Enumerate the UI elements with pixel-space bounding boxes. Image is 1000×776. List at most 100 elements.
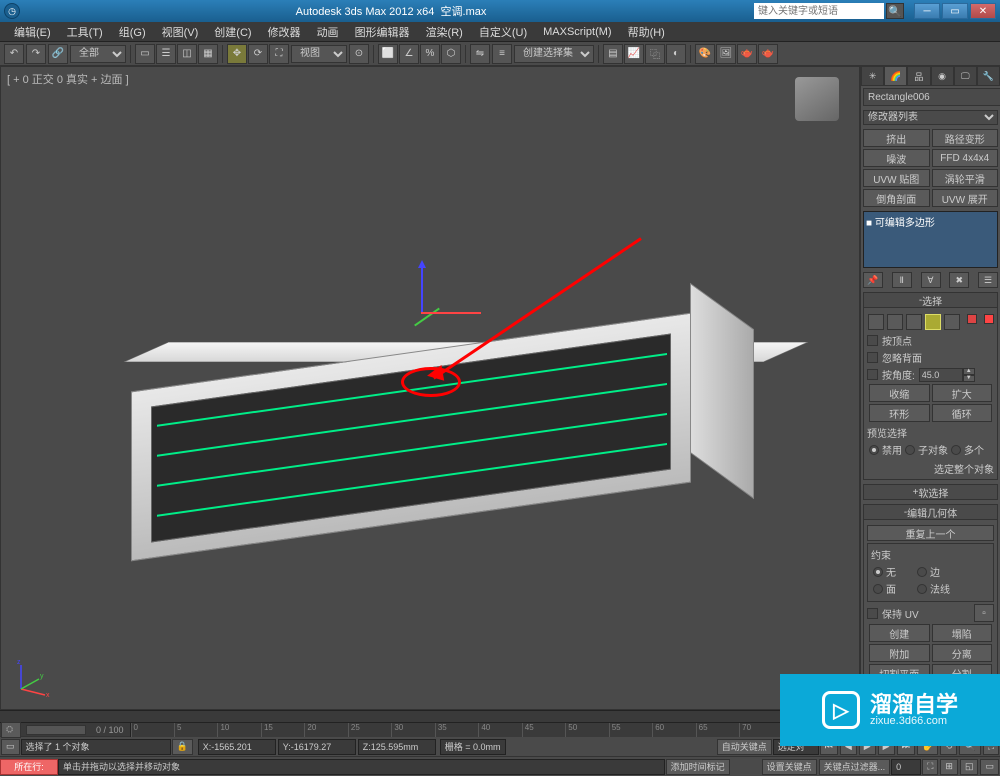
rotate-button[interactable]: ⟳ xyxy=(248,44,268,64)
mod-uvwmap[interactable]: UVW 贴图 xyxy=(863,169,930,187)
mod-turbosmooth[interactable]: 涡轮平滑 xyxy=(932,169,999,187)
menu-modifiers[interactable]: 修改器 xyxy=(260,24,309,40)
rad-normal[interactable] xyxy=(917,584,927,594)
layers-button[interactable]: ▤ xyxy=(603,44,623,64)
material-editor-button[interactable]: ◐ xyxy=(666,44,686,64)
coord-z[interactable]: Z: 125.595mm xyxy=(358,739,436,755)
chk-byangle[interactable] xyxy=(867,369,878,380)
mirror-button[interactable]: ⇋ xyxy=(470,44,490,64)
autokey-toggle[interactable]: 自动关键点 xyxy=(717,739,772,755)
btn-loop[interactable]: 循环 xyxy=(932,404,993,422)
btn-grow[interactable]: 扩大 xyxy=(932,384,993,402)
percent-snap[interactable]: % xyxy=(420,44,440,64)
time-config[interactable]: ⛭ xyxy=(1,722,21,738)
link-button[interactable]: 🔗 xyxy=(48,44,68,64)
scale-button[interactable]: ⛶ xyxy=(269,44,289,64)
time-slider[interactable] xyxy=(26,725,86,735)
subobj-element[interactable] xyxy=(944,314,960,330)
pivot-button[interactable]: ⊙ xyxy=(349,44,369,64)
redo-button[interactable]: ↷ xyxy=(26,44,46,64)
menu-help[interactable]: 帮助(H) xyxy=(620,24,673,40)
schematic-button[interactable]: ⿻ xyxy=(645,44,665,64)
subobj-border[interactable] xyxy=(906,314,922,330)
viewport-label[interactable]: [ + 0 正交 0 真实 + 边面 ] xyxy=(7,71,129,87)
lock-selection[interactable]: 🔒 xyxy=(172,739,193,755)
mod-extrude[interactable]: 挤出 xyxy=(863,129,930,147)
show-end-result[interactable]: Ⅱ xyxy=(892,272,912,288)
tab-display[interactable]: 🖵 xyxy=(954,66,977,86)
chk-ignoreback[interactable] xyxy=(867,352,878,363)
btn-attach[interactable]: 附加 xyxy=(869,644,930,662)
modifier-stack[interactable]: ■ 可编辑多边形 xyxy=(863,211,998,268)
menu-customize[interactable]: 自定义(U) xyxy=(471,24,535,40)
tab-utilities[interactable]: 🔧 xyxy=(977,66,1000,86)
snap-toggle[interactable]: ⬜ xyxy=(378,44,398,64)
menu-maxscript[interactable]: MAXScript(M) xyxy=(535,26,619,38)
make-unique[interactable]: ∀ xyxy=(921,272,941,288)
rollout-editgeom[interactable]: - 编辑几何体 xyxy=(863,504,998,520)
select-region-button[interactable]: ◫ xyxy=(177,44,197,64)
selection-filter[interactable]: 全部 xyxy=(70,45,126,63)
spinner-snap[interactable]: ⬡ xyxy=(441,44,461,64)
close-button[interactable]: ✕ xyxy=(970,3,996,19)
remove-modifier[interactable]: ✖ xyxy=(949,272,969,288)
frame-field[interactable]: 0 xyxy=(891,759,921,775)
mod-pathdeform[interactable]: 路径变形 xyxy=(932,129,999,147)
modifier-list[interactable]: 修改器列表 xyxy=(863,110,998,125)
align-button[interactable]: ≡ xyxy=(492,44,512,64)
curve-editor-button[interactable]: 📈 xyxy=(624,44,644,64)
mod-noise[interactable]: 噪波 xyxy=(863,149,930,167)
select-button[interactable]: ▭ xyxy=(135,44,155,64)
rad-face[interactable] xyxy=(873,584,883,594)
rad-edge[interactable] xyxy=(917,567,927,577)
btn-detach[interactable]: 分离 xyxy=(932,644,993,662)
key-filters[interactable]: 关键点过滤器... xyxy=(819,759,891,775)
subobj-edge[interactable] xyxy=(887,314,903,330)
help-search-input[interactable] xyxy=(754,3,884,19)
search-icon[interactable]: 🔍 xyxy=(886,3,904,19)
set-key[interactable]: 设置关键点 xyxy=(762,759,817,775)
nav-zoom-all[interactable]: ⊞ xyxy=(940,759,958,775)
rad-multi[interactable] xyxy=(951,445,961,455)
menu-views[interactable]: 视图(V) xyxy=(154,24,207,40)
render-button[interactable]: 🫖 xyxy=(737,44,757,64)
pin-stack[interactable]: 📌 xyxy=(863,272,883,288)
tab-hierarchy[interactable]: 品 xyxy=(907,66,930,86)
menu-rendering[interactable]: 渲染(R) xyxy=(418,24,471,40)
menu-create[interactable]: 创建(C) xyxy=(206,24,259,40)
select-name-button[interactable]: ☰ xyxy=(156,44,176,64)
tab-motion[interactable]: ◉ xyxy=(931,66,954,86)
render-prod-button[interactable]: 🫖 xyxy=(758,44,778,64)
btn-collapse[interactable]: 塌陷 xyxy=(932,624,993,642)
render-frame-button[interactable]: 🖼 xyxy=(716,44,736,64)
nav-region[interactable]: ▭ xyxy=(980,759,999,775)
viewport[interactable]: [ + 0 正交 0 真实 + 边面 ] z xyxy=(0,66,860,710)
move-button[interactable]: ✥ xyxy=(227,44,247,64)
mod-bevelprofile[interactable]: 倒角剖面 xyxy=(863,189,930,207)
menu-grapheditors[interactable]: 图形编辑器 xyxy=(347,24,418,40)
line-indicator[interactable]: 所在行: xyxy=(0,759,58,775)
tab-modify[interactable]: 🌈 xyxy=(884,66,907,86)
window-crossing-button[interactable]: ▦ xyxy=(198,44,218,64)
angle-spinner[interactable] xyxy=(919,368,963,382)
rad-subobj[interactable] xyxy=(905,445,915,455)
btn-shrink[interactable]: 收缩 xyxy=(869,384,930,402)
chk-preserveuv[interactable] xyxy=(867,608,878,619)
btn-create[interactable]: 创建 xyxy=(869,624,930,642)
ref-coord-system[interactable]: 视图 xyxy=(291,45,347,63)
rad-disable[interactable] xyxy=(869,445,879,455)
btn-ring[interactable]: 环形 xyxy=(869,404,930,422)
rollout-selection[interactable]: - 选择 xyxy=(863,292,998,308)
subobj-polygon[interactable] xyxy=(925,314,941,330)
coord-y[interactable]: Y: -16179.27 xyxy=(278,739,356,755)
nav-zoom-ext[interactable]: ⛶ xyxy=(922,759,938,775)
undo-button[interactable]: ↶ xyxy=(4,44,24,64)
tab-create[interactable]: ✳ xyxy=(861,66,884,86)
mod-uvwunwrap[interactable]: UVW 展开 xyxy=(932,189,999,207)
coord-x[interactable]: X: -1565.201 xyxy=(198,739,276,755)
angle-snap[interactable]: ∠ xyxy=(399,44,419,64)
rad-none[interactable] xyxy=(873,567,883,577)
render-setup-button[interactable]: 🎨 xyxy=(695,44,715,64)
mod-ffd[interactable]: FFD 4x4x4 xyxy=(932,149,999,167)
restore-button[interactable]: ▭ xyxy=(942,3,968,19)
